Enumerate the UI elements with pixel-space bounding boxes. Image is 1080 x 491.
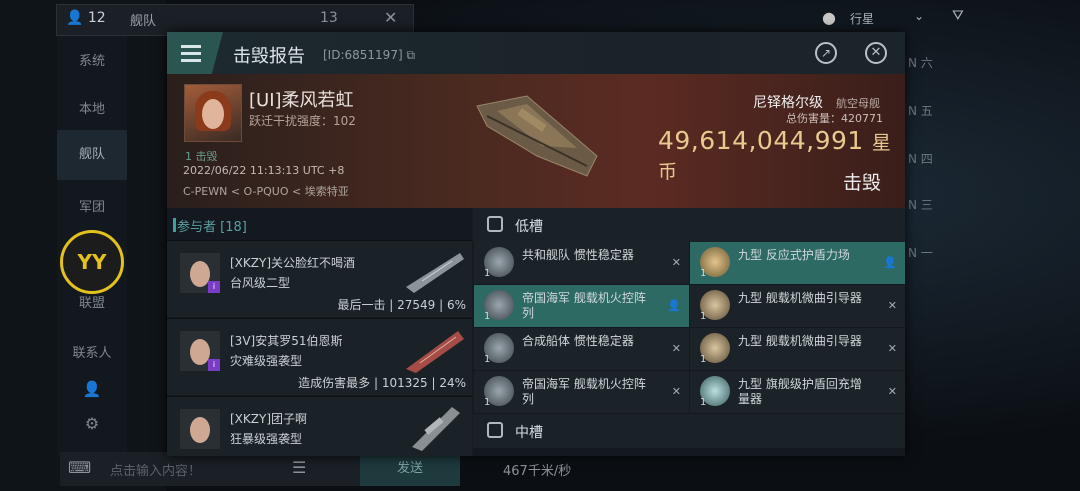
nav-item-fleet[interactable]: 舰队 — [57, 130, 127, 180]
close-icon[interactable]: ✕ — [888, 385, 897, 398]
participant-stats: 造成伤害最多 | 101325 | 24% — [298, 376, 466, 390]
participant-name: [XKZY]关公脸红不喝酒 — [230, 256, 356, 270]
side-list-item: N 三 — [908, 198, 933, 212]
speed-readout: 467千米/秒 — [503, 464, 572, 479]
mid-slot-header: 中槽 — [473, 414, 905, 448]
participant-name: [3V]安其罗51伯恩斯 — [230, 334, 343, 348]
participant-ship: 狂暴级强袭型 — [230, 432, 303, 446]
share-icon[interactable]: ↗ — [815, 42, 837, 64]
victim-portrait[interactable] — [184, 84, 242, 142]
chat-input-bar: ⌨ 点击输入内容！ ☰ 发送 — [60, 452, 460, 486]
participant-ship-icon — [406, 253, 464, 293]
kill-datetime: 2022/06/22 11:13:13 UTC +8 — [183, 164, 345, 177]
victim-ship-name[interactable]: 尼铎格尔级 — [753, 92, 823, 112]
nav-item-system[interactable]: 系统 — [57, 50, 127, 69]
chevron-down-icon[interactable]: ⌄ — [914, 9, 924, 23]
low-slot-header: 低槽 — [473, 208, 905, 242]
slot-item[interactable]: 1 帝国海军 舰载机火控阵列 👤 — [474, 285, 689, 327]
side-list-item: N 六 — [908, 56, 933, 70]
total-damage: 总伤害量：420771 — [786, 112, 883, 125]
slot-item[interactable]: 1 共和舰队 惯性稳定器 ✕ — [474, 242, 689, 284]
channel-count: 13 — [320, 10, 338, 26]
participants-header: 参与者 [18] — [173, 216, 247, 235]
victim-banner: [UI]柔风若虹 跃迁干扰强度：102 1 击毁 2022/06/22 11:1… — [167, 74, 905, 208]
victim-ship-class: 航空母舰 — [836, 97, 880, 110]
slot-item[interactable]: 1 合成船体 惯性稳定器 ✕ — [474, 328, 689, 370]
mid-slot-icon — [487, 422, 503, 438]
close-icon[interactable]: ✕ — [672, 342, 681, 355]
nav-item-contacts[interactable]: 联系人 — [57, 342, 127, 361]
participant-portrait — [180, 409, 220, 449]
slot-item[interactable]: 1 九型 反应式护盾力场 👤 — [690, 242, 905, 284]
person-icon[interactable]: 👤 — [883, 256, 897, 269]
participant-row[interactable]: i [XKZY]关公脸红不喝酒 台风级二型 最后一击 | 27549 | 6% — [167, 240, 472, 317]
chat-close-icon[interactable]: ✕ — [384, 8, 397, 27]
chat-input[interactable]: 点击输入内容！ — [110, 460, 201, 479]
slot-item-label: 帝国海军 舰载机火控阵列 — [522, 377, 646, 406]
yy-logo[interactable]: YY — [60, 230, 124, 294]
alliance-badge-icon: i — [208, 281, 220, 293]
slot-item-label: 帝国海军 舰载机火控阵列 — [522, 291, 646, 320]
warp-disruption: 跃迁干扰强度：102 — [249, 114, 356, 128]
person-icon[interactable]: 👤 — [667, 299, 681, 312]
nav-item-local[interactable]: 本地 — [57, 98, 127, 117]
participant-ship: 台风级二型 — [230, 276, 291, 290]
participant-name: [XKZY]团子啊 — [230, 412, 308, 426]
slot-item-label: 九型 舰载机微曲引导器 — [738, 334, 862, 348]
slot-item-label: 九型 反应式护盾力场 — [738, 248, 850, 262]
channel-tab[interactable]: 舰队 — [130, 10, 156, 29]
close-icon[interactable]: ✕ — [888, 342, 897, 355]
planet-icon: ● — [822, 8, 836, 27]
list-icon[interactable]: ☰ — [292, 458, 306, 477]
slot-item-label: 共和舰队 惯性稳定器 — [522, 248, 634, 262]
report-id[interactable]: [ID:6851197] ⧉ — [323, 48, 415, 63]
nav-item-corp[interactable]: 军团 — [57, 196, 127, 215]
victim-ship-image[interactable] — [467, 86, 607, 186]
settings-icon[interactable]: ⚙ — [57, 414, 127, 433]
close-icon[interactable]: ✕ — [888, 299, 897, 312]
participant-row[interactable]: i [3V]安其罗51伯恩斯 灾难级强袭型 造成伤害最多 | 101325 | … — [167, 318, 472, 395]
slot-item-label: 九型 舰载机微曲引导器 — [738, 291, 862, 305]
participant-ship-icon — [406, 331, 464, 373]
side-list-item: N 五 — [908, 104, 933, 118]
keyboard-icon[interactable]: ⌨ — [68, 458, 91, 477]
side-list-item: N 四 — [908, 152, 933, 166]
close-icon[interactable]: ✕ — [672, 385, 681, 398]
slot-item[interactable]: 1 九型 旗舰级护盾回充增量器 ✕ — [690, 371, 905, 413]
slot-item[interactable]: 1 九型 舰载机微曲引导器 ✕ — [690, 328, 905, 370]
member-count[interactable]: 👤 12 — [66, 10, 106, 26]
filter-icon[interactable]: ⛛ — [952, 8, 964, 24]
participant-ship: 灾难级强袭型 — [230, 354, 303, 368]
participants-panel: 参与者 [18] i [XKZY]关公脸红不喝酒 台风级二型 最后一击 | 27… — [167, 208, 472, 456]
side-list-item: N 一 — [908, 246, 933, 260]
slot-item-label: 合成船体 惯性稳定器 — [522, 334, 634, 348]
participant-ship-icon — [412, 407, 460, 451]
overview-filter[interactable]: 行星 — [850, 10, 874, 27]
slot-item-label: 九型 旗舰级护盾回充增量器 — [738, 377, 862, 406]
result-tag: 击毁 — [843, 172, 882, 194]
low-slot-icon — [487, 216, 503, 232]
kill-location[interactable]: C-PEWN < O-PQUO < 埃索特亚 — [183, 183, 349, 199]
victim-kills: 1 击毁 — [185, 150, 218, 163]
victim-name[interactable]: [UI]柔风若虹 — [249, 86, 354, 112]
menu-button[interactable] — [167, 32, 223, 74]
close-icon[interactable]: ✕ — [865, 42, 887, 64]
dialog-header: 击毁报告 [ID:6851197] ⧉ ↗ ✕ — [167, 32, 905, 74]
participant-row[interactable]: [XKZY]团子啊 狂暴级强袭型 — [167, 396, 472, 456]
profile-icon[interactable]: 👤 — [57, 380, 127, 398]
send-button[interactable]: 发送 — [360, 452, 460, 486]
nav-item-alliance[interactable]: 联盟 — [57, 292, 127, 311]
dialog-title: 击毁报告 — [233, 46, 305, 67]
slot-item[interactable]: 1 帝国海军 舰载机火控阵列 ✕ — [474, 371, 689, 413]
close-icon[interactable]: ✕ — [672, 256, 681, 269]
participant-stats: 最后一击 | 27549 | 6% — [337, 298, 466, 312]
slot-item[interactable]: 1 九型 舰载机微曲引导器 ✕ — [690, 285, 905, 327]
alliance-badge-icon: i — [208, 359, 220, 371]
